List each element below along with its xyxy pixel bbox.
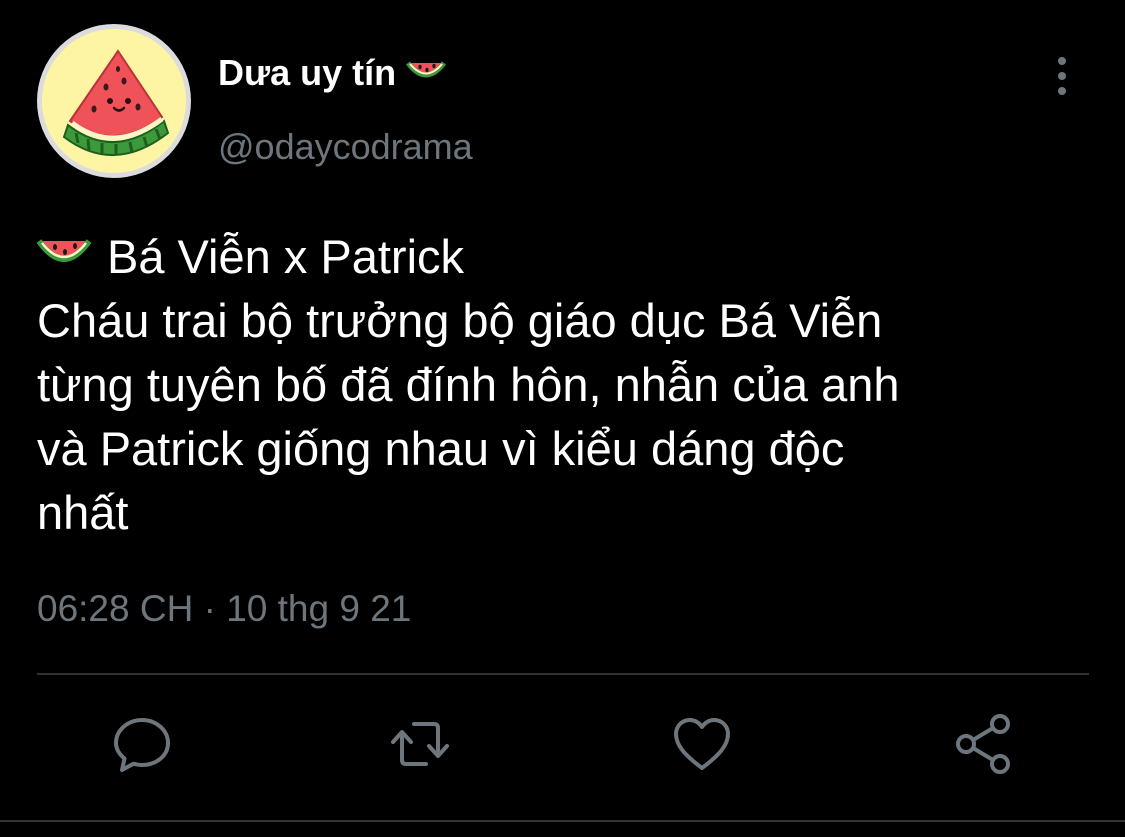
- tweet-line: từng tuyên bố đã đính hôn, nhẫn của anh: [37, 358, 900, 411]
- retweet-icon: [391, 722, 449, 766]
- author-handle[interactable]: @odaycodrama: [218, 126, 473, 168]
- tweet-line: Cháu trai bộ trưởng bộ giáo dục Bá Viễn: [37, 294, 883, 347]
- like-button[interactable]: [670, 712, 734, 776]
- tweet-timestamp[interactable]: 06:28 CH · 10 thg 9 21: [37, 588, 411, 630]
- tweet-date: 10 thg 9 21: [226, 588, 412, 629]
- watermelon-avatar-icon: [42, 29, 186, 173]
- tweet-text: Bá Viễn x Patrick Cháu trai bộ trưởng bộ…: [36, 225, 1097, 545]
- tweet-time: 06:28 CH: [37, 588, 194, 629]
- divider: [0, 820, 1125, 822]
- reply-button[interactable]: [110, 712, 174, 776]
- share-icon: [956, 714, 1010, 774]
- divider: [37, 673, 1089, 675]
- tweet-headline: Bá Viễn x Patrick: [36, 225, 1097, 289]
- watermelon-icon: [406, 52, 447, 94]
- share-button[interactable]: [952, 712, 1016, 776]
- display-name-text: Dưa uy tín: [218, 52, 397, 93]
- meta-separator: ·: [203, 588, 216, 629]
- heart-icon: [674, 718, 730, 770]
- more-options-icon[interactable]: [1050, 56, 1074, 96]
- tweet-line: nhất: [37, 486, 129, 539]
- tweet-line: và Patrick giống nhau vì kiểu dáng độc: [37, 422, 845, 475]
- author-display-name[interactable]: Dưa uy tín: [218, 52, 447, 94]
- comment-icon: [114, 718, 170, 772]
- headline-text: Bá Viễn x Patrick: [107, 230, 465, 283]
- avatar[interactable]: [37, 24, 191, 178]
- watermelon-icon: [36, 225, 92, 289]
- retweet-button[interactable]: [388, 712, 452, 776]
